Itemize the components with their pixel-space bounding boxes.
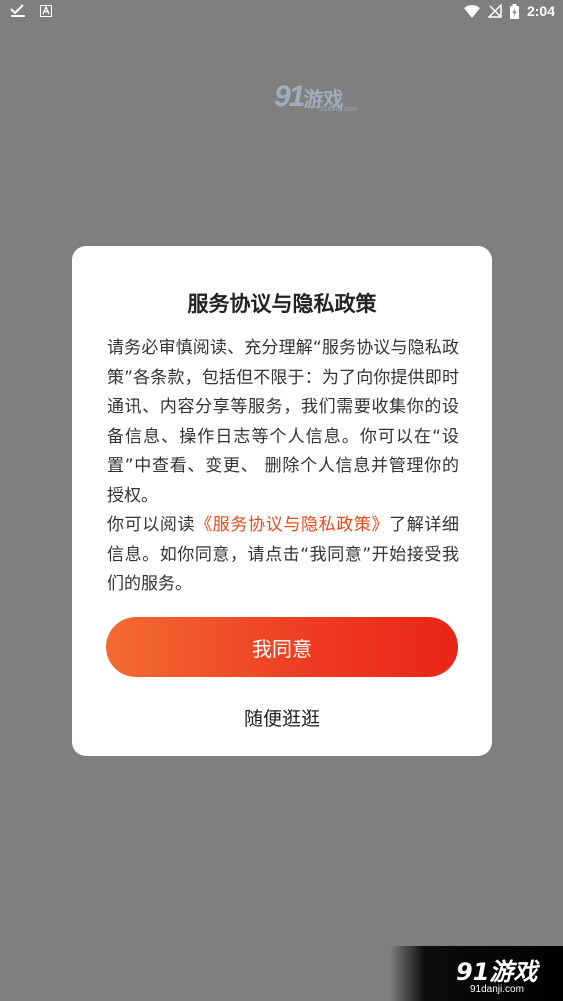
wifi-icon [463,4,480,18]
privacy-policy-link[interactable]: 《服务协议与隐私政策》 [195,515,389,535]
dialog-title: 服务协议与隐私政策 [187,292,377,316]
app-notification-icon [40,5,52,17]
app-logo: 91 游戏 91danji.com [274,80,358,114]
agree-button[interactable]: 我同意 [106,617,458,677]
clock: 2:04 [526,3,555,19]
logo-number: 91 [274,80,305,113]
paragraph-2-prefix: 你可以阅读 [107,515,196,535]
browse-button[interactable]: 随便逛逛 [72,703,492,732]
download-done-icon [10,4,26,18]
no-signal-icon [487,4,502,18]
logo-subtitle: 91danji.com [320,106,358,113]
privacy-dialog: 服务协议与隐私政策 请务必审慎阅读、充分理解“服务协议与隐私政策”各条款，包括但… [72,246,492,756]
dialog-paragraph-2: 你可以阅读《服务协议与隐私政策》了解详细信息。如你同意，请点击“我同意”开始接受… [107,511,459,600]
status-bar: 2:04 [0,0,563,24]
battery-charging-icon [509,3,519,19]
dialog-body: 请务必审慎阅读、充分理解“服务协议与隐私政策”各条款，包括但不限于：为了向你提供… [107,334,459,600]
watermark: 91游戏 91danji.com [390,946,563,1001]
watermark-logo: 91游戏 [456,958,538,986]
watermark-subtitle: 91danji.com [470,984,524,995]
dialog-paragraph-1: 请务必审慎阅读、充分理解“服务协议与隐私政策”各条款，包括但不限于：为了向你提供… [107,338,459,506]
